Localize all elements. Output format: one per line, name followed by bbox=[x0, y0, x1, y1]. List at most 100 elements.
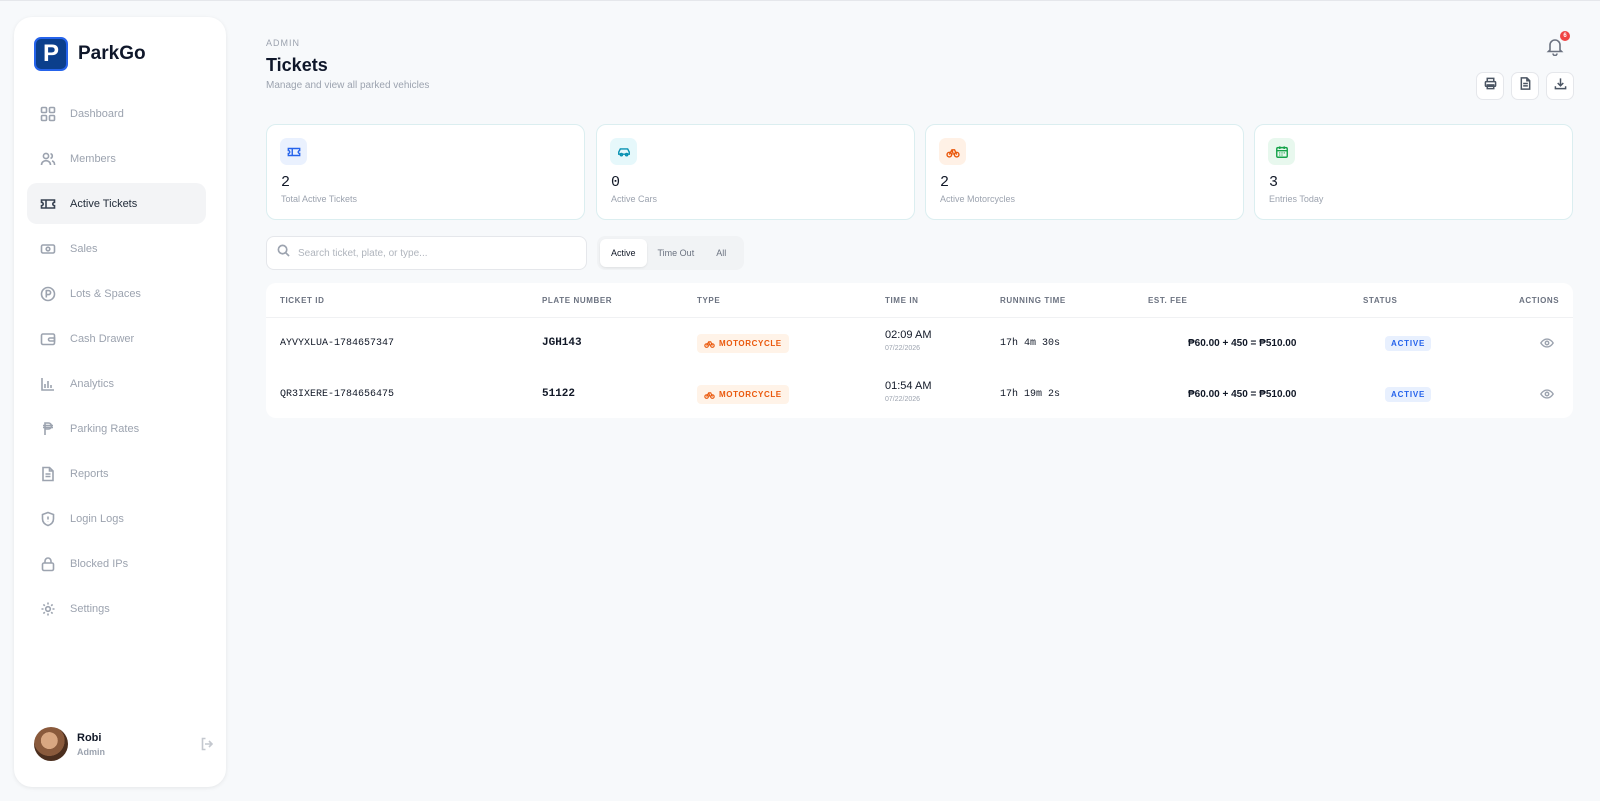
sidebar-item-label: Blocked IPs bbox=[70, 557, 129, 570]
printer-icon bbox=[1484, 77, 1497, 95]
sidebar-item-active-tickets[interactable]: Active Tickets bbox=[27, 183, 206, 224]
ticket-icon bbox=[280, 138, 307, 165]
sidebar-nav: Dashboard Members Active Tickets Sales L… bbox=[27, 93, 206, 633]
stat-card-entries-today: 3 Entries Today bbox=[1254, 124, 1573, 220]
status-badge: ACTIVE bbox=[1385, 336, 1432, 351]
status-filter-tabs: Active Time Out All bbox=[597, 236, 744, 270]
table-row[interactable]: AYVYXLUA-1784657347 JGH143 MOTORCYCLE 02… bbox=[266, 318, 1573, 369]
sidebar-item-blocked-ips[interactable]: Blocked IPs bbox=[27, 543, 206, 584]
bike-icon bbox=[939, 138, 966, 165]
sidebar-item-analytics[interactable]: Analytics bbox=[27, 363, 206, 404]
search-icon bbox=[277, 244, 290, 262]
sidebar-item-sales[interactable]: Sales bbox=[27, 228, 206, 269]
top-border bbox=[0, 0, 1600, 3]
sidebar-item-parking-rates[interactable]: Parking Rates bbox=[27, 408, 206, 449]
stat-card-active-motorcycles: 2 Active Motorcycles bbox=[925, 124, 1244, 220]
sidebar-item-lots-spaces[interactable]: Lots & Spaces bbox=[27, 273, 206, 314]
time-in-time: 01:54 AM bbox=[885, 380, 932, 392]
stat-value: 0 bbox=[611, 174, 621, 191]
document-icon bbox=[40, 466, 56, 482]
grid-icon bbox=[40, 106, 56, 122]
plate-number: JGH143 bbox=[542, 337, 582, 349]
estimated-fee: ₱60.00 + 450 = ₱510.00 bbox=[1188, 338, 1297, 349]
calendar-icon bbox=[1268, 138, 1295, 165]
filter-time-out[interactable]: Time Out bbox=[647, 239, 706, 267]
logout-icon[interactable] bbox=[200, 737, 214, 751]
lock-icon bbox=[40, 556, 56, 572]
view-eye-icon[interactable] bbox=[1540, 387, 1554, 406]
vehicle-type-badge: MOTORCYCLE bbox=[697, 385, 789, 404]
header-running-time[interactable]: RUNNING TIME bbox=[1000, 296, 1066, 305]
header-plate-number[interactable]: PLATE NUMBER bbox=[542, 296, 612, 305]
vehicle-type-badge: MOTORCYCLE bbox=[697, 334, 789, 353]
time-in-time: 02:09 AM bbox=[885, 329, 932, 341]
table-header: TICKET ID PLATE NUMBER TYPE TIME IN RUNN… bbox=[266, 283, 1573, 318]
vehicle-type: MOTORCYCLE bbox=[719, 390, 782, 399]
stat-label: Entries Today bbox=[1269, 194, 1324, 204]
header-time-in[interactable]: TIME IN bbox=[885, 296, 919, 305]
sidebar-item-members[interactable]: Members bbox=[27, 138, 206, 179]
cash-icon bbox=[40, 241, 56, 257]
gear-icon bbox=[40, 601, 56, 617]
header-type[interactable]: TYPE bbox=[697, 296, 720, 305]
download-icon bbox=[1554, 77, 1567, 95]
user-role: Admin bbox=[77, 746, 105, 757]
tickets-table: TICKET ID PLATE NUMBER TYPE TIME IN RUNN… bbox=[266, 283, 1573, 418]
header-est-fee[interactable]: EST. FEE bbox=[1148, 296, 1187, 305]
download-button[interactable] bbox=[1546, 72, 1574, 100]
bike-icon bbox=[704, 392, 715, 399]
notification-badge: 6 bbox=[1560, 31, 1570, 41]
sidebar-item-label: Login Logs bbox=[70, 512, 124, 525]
sidebar-item-cash-drawer[interactable]: Cash Drawer bbox=[27, 318, 206, 359]
ticket-id: QR3IXERE-1784656475 bbox=[280, 389, 395, 400]
sidebar-item-dashboard[interactable]: Dashboard bbox=[27, 93, 206, 134]
peso-icon bbox=[40, 421, 56, 437]
parking-icon bbox=[40, 286, 56, 302]
plate-number: 51122 bbox=[542, 388, 576, 400]
shield-icon bbox=[40, 511, 56, 527]
app-name: ParkGo bbox=[78, 43, 146, 64]
vehicle-type: MOTORCYCLE bbox=[719, 339, 782, 348]
sidebar-item-label: Parking Rates bbox=[70, 422, 140, 435]
brand[interactable]: P ParkGo bbox=[34, 37, 146, 71]
search-box[interactable] bbox=[266, 236, 587, 270]
sidebar: P ParkGo Dashboard Members Active Ticket… bbox=[14, 17, 226, 787]
export-document-button[interactable] bbox=[1511, 72, 1539, 100]
sidebar-item-reports[interactable]: Reports bbox=[27, 453, 206, 494]
table-row[interactable]: QR3IXERE-1784656475 51122 MOTORCYCLE 01:… bbox=[266, 369, 1573, 420]
time-in: 02:09 AM 07/22/2026 bbox=[885, 329, 931, 352]
user-name: Robi bbox=[77, 731, 102, 744]
avatar bbox=[34, 727, 68, 761]
filter-all[interactable]: All bbox=[705, 239, 737, 267]
estimated-fee: ₱60.00 + 450 = ₱510.00 bbox=[1188, 389, 1297, 400]
sidebar-item-label: Members bbox=[70, 152, 116, 165]
sidebar-item-label: Settings bbox=[70, 602, 110, 615]
view-eye-icon[interactable] bbox=[1540, 336, 1554, 355]
page-title: Tickets bbox=[266, 55, 328, 75]
filter-active[interactable]: Active bbox=[600, 239, 647, 267]
stat-value: 2 bbox=[940, 174, 950, 191]
sidebar-item-label: Active Tickets bbox=[70, 197, 138, 210]
bike-icon bbox=[704, 341, 715, 348]
stat-value: 3 bbox=[1269, 174, 1279, 191]
sidebar-item-label: Dashboard bbox=[70, 107, 124, 120]
running-time: 17h 4m 30s bbox=[1000, 338, 1061, 349]
user-profile[interactable]: Robi Admin bbox=[34, 727, 214, 761]
car-icon bbox=[610, 138, 637, 165]
print-button[interactable] bbox=[1476, 72, 1504, 100]
stat-label: Total Active Tickets bbox=[281, 194, 358, 204]
bar-chart-icon bbox=[40, 376, 56, 392]
stat-value: 2 bbox=[281, 174, 291, 191]
sidebar-item-login-logs[interactable]: Login Logs bbox=[27, 498, 206, 539]
page-eyebrow: ADMIN bbox=[266, 38, 300, 48]
time-in-date: 07/22/2026 bbox=[885, 396, 921, 403]
sidebar-item-settings[interactable]: Settings bbox=[27, 588, 206, 629]
sidebar-item-label: Lots & Spaces bbox=[70, 287, 141, 300]
time-in: 01:54 AM 07/22/2026 bbox=[885, 380, 931, 403]
search-input[interactable] bbox=[298, 247, 578, 259]
stat-label: Active Cars bbox=[611, 194, 658, 204]
stat-label: Active Motorcycles bbox=[940, 194, 1016, 204]
header-ticket-id[interactable]: TICKET ID bbox=[280, 296, 325, 305]
header-status[interactable]: STATUS bbox=[1363, 296, 1397, 305]
header-actions: ACTIONS bbox=[1519, 296, 1560, 305]
